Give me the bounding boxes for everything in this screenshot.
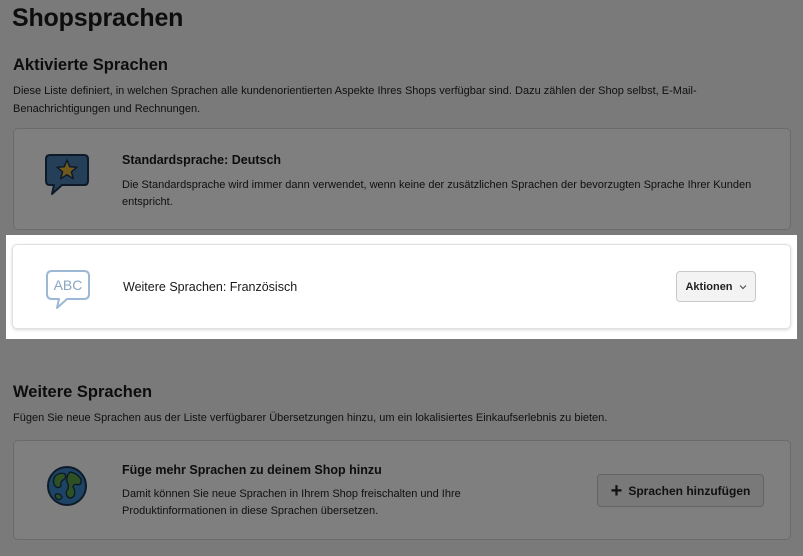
abc-speech-bubble-icon: ABC: [45, 269, 91, 316]
actions-button-label: Aktionen: [685, 280, 733, 293]
active-languages-description: Diese Liste definiert, in welchen Sprach…: [13, 85, 697, 115]
plus-icon: +: [610, 479, 623, 502]
more-languages-heading: Weitere Sprachen: [13, 383, 153, 401]
additional-languages-card: ABC Weitere Sprachen: Französisch Aktion…: [12, 244, 791, 329]
add-languages-text: Damit können Sie neue Sprachen in Ihrem …: [122, 488, 461, 517]
more-languages-description: Fügen Sie neue Sprachen aus der Liste ve…: [13, 412, 608, 424]
shop-languages-page: Shopsprachen Aktivierte Sprachen Diese L…: [0, 0, 803, 556]
chevron-down-icon: [739, 281, 747, 293]
active-languages-heading: Aktivierte Sprachen: [13, 56, 168, 74]
add-languages-card: Füge mehr Sprachen zu deinem Shop hinzu …: [13, 440, 791, 540]
default-language-title: Standardsprache: Deutsch: [122, 153, 282, 167]
add-languages-title: Füge mehr Sprachen zu deinem Shop hinzu: [122, 463, 382, 477]
add-languages-button-label: Sprachen hinzufügen: [628, 483, 751, 498]
page-title: Shopsprachen: [12, 4, 184, 32]
default-language-card: Standardsprache: Deutsch Die Standardspr…: [13, 128, 791, 230]
default-language-text: Die Standardsprache wird immer dann verw…: [122, 179, 752, 208]
actions-dropdown-button[interactable]: Aktionen: [676, 271, 756, 302]
star-speech-bubble-icon: [44, 153, 90, 202]
additional-languages-title: Weitere Sprachen: Französisch: [123, 280, 298, 294]
abc-icon-text: ABC: [54, 277, 83, 293]
globe-icon: [46, 465, 88, 512]
highlight-frame: ABC Weitere Sprachen: Französisch Aktion…: [6, 235, 797, 339]
add-languages-button[interactable]: + Sprachen hinzufügen: [597, 474, 764, 507]
